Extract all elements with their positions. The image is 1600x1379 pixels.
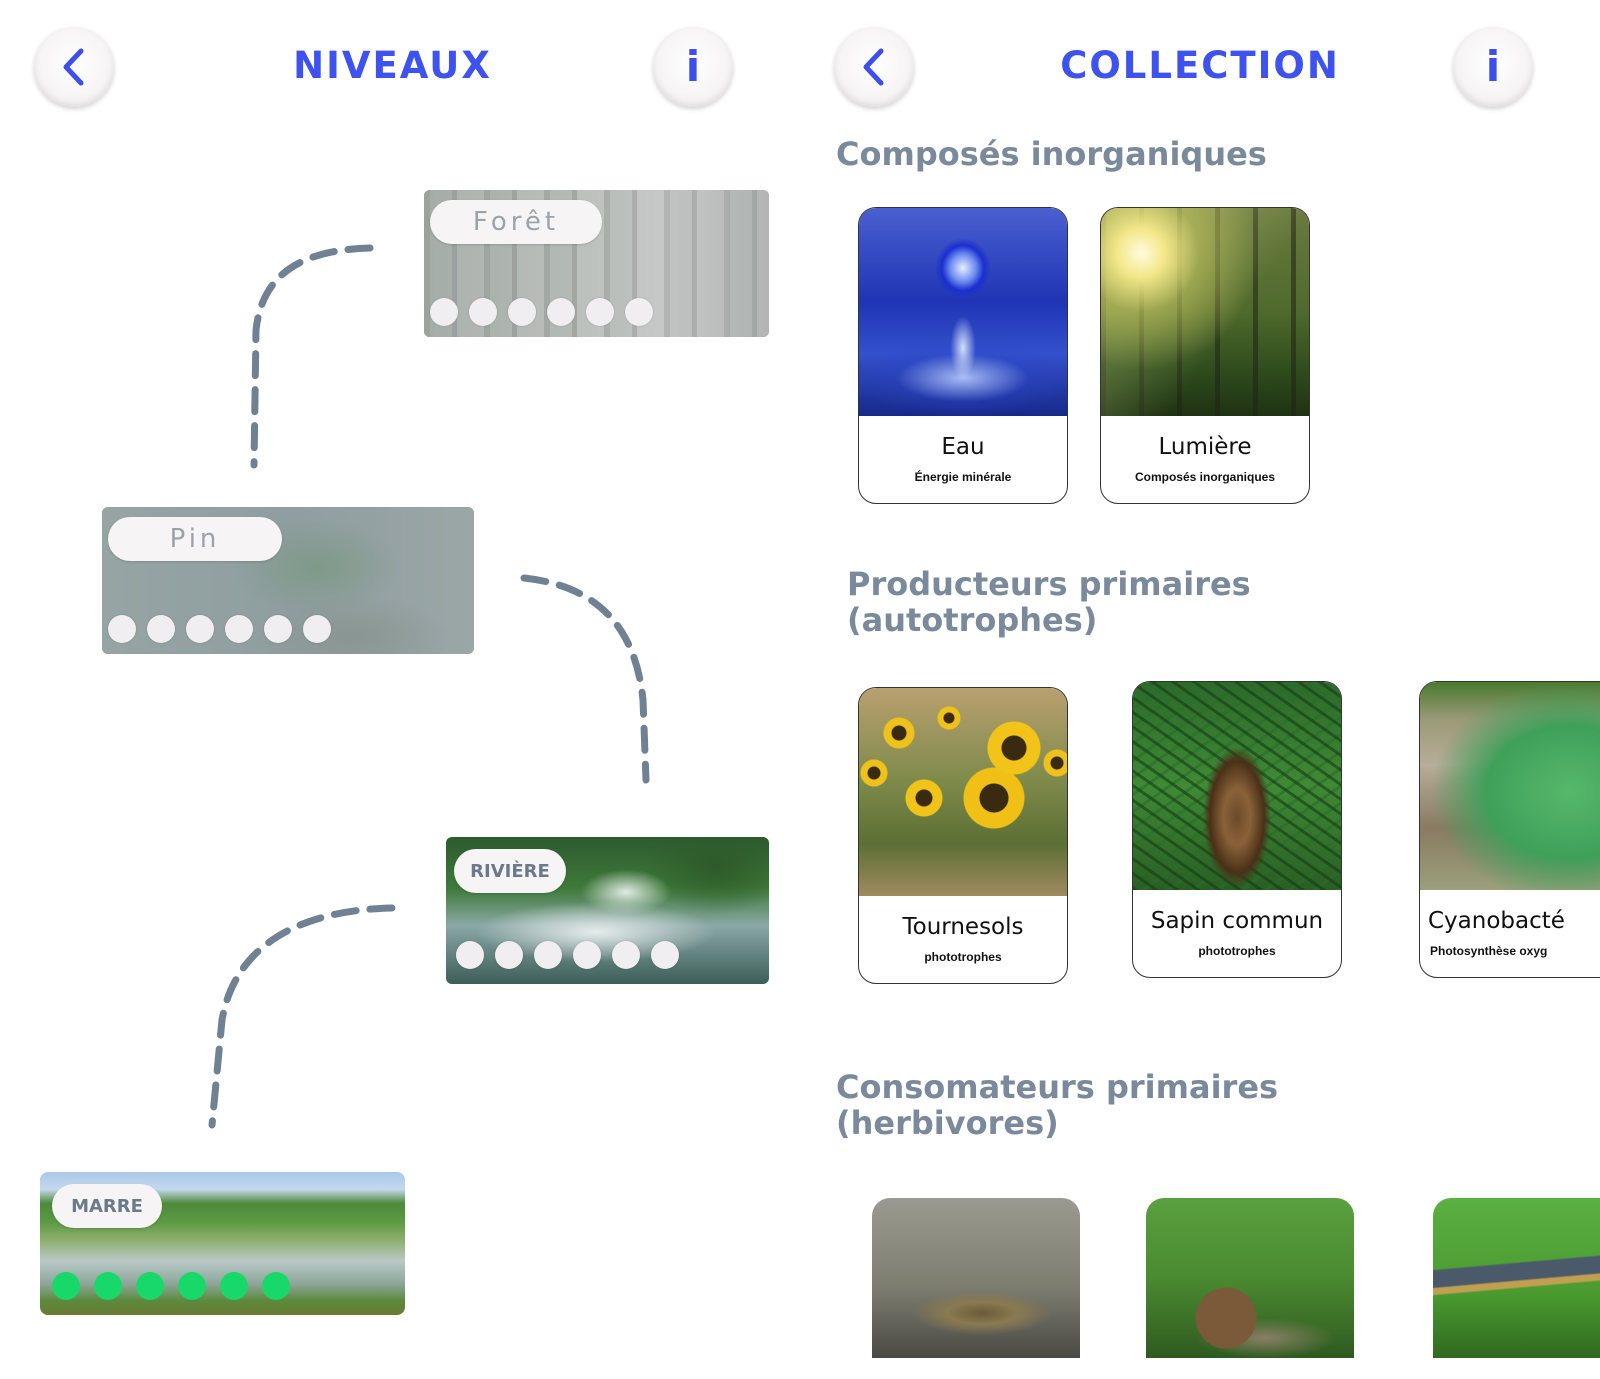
collection-screen: COLLECTION i Composés inorganiques Eau É… bbox=[800, 0, 1600, 1379]
progress-dot bbox=[534, 941, 562, 969]
card-name: Tournesols bbox=[902, 914, 1024, 940]
pine-cone-image bbox=[1133, 682, 1341, 890]
grasshopper-image bbox=[872, 1198, 1080, 1358]
progress-dots bbox=[108, 615, 331, 643]
collection-card-grasshopper[interactable] bbox=[872, 1198, 1080, 1358]
card-name: Eau bbox=[941, 434, 985, 460]
path-segment-1 bbox=[250, 244, 374, 469]
section-title-line: Producteurs primaires bbox=[847, 565, 1251, 603]
card-subtitle: Composés inorganiques bbox=[1134, 470, 1276, 484]
path-segment-2 bbox=[520, 574, 650, 784]
progress-dot bbox=[264, 615, 292, 643]
progress-dot bbox=[625, 298, 653, 326]
progress-dot bbox=[573, 941, 601, 969]
progress-dot bbox=[651, 941, 679, 969]
caterpillar-image bbox=[1433, 1198, 1600, 1358]
progress-dot-completed bbox=[136, 1272, 164, 1300]
path-segment-3 bbox=[208, 904, 396, 1129]
progress-dot bbox=[303, 615, 331, 643]
progress-dots bbox=[52, 1272, 290, 1300]
progress-dot bbox=[186, 615, 214, 643]
section-title-line: (autotrophes) bbox=[847, 601, 1098, 639]
progress-dot bbox=[108, 615, 136, 643]
progress-dot bbox=[508, 298, 536, 326]
collection-card-snail[interactable] bbox=[1146, 1198, 1354, 1358]
collection-card-cyanobacteries[interactable]: Cyanobacté Photosynthèse oxyg bbox=[1419, 681, 1600, 978]
progress-dot-completed bbox=[262, 1272, 290, 1300]
collection-card-lumiere[interactable]: Lumière Composés inorganiques bbox=[1100, 207, 1310, 504]
level-label: RIVIÈRE bbox=[454, 849, 566, 893]
level-card-pin[interactable]: Pin bbox=[102, 507, 474, 654]
level-label: MARRE bbox=[52, 1184, 162, 1228]
level-label: Pin bbox=[108, 517, 282, 561]
progress-dot-completed bbox=[94, 1272, 122, 1300]
section-title-line: (herbivores) bbox=[836, 1104, 1059, 1142]
progress-dot bbox=[469, 298, 497, 326]
progress-dot bbox=[612, 941, 640, 969]
progress-dot-completed bbox=[178, 1272, 206, 1300]
progress-dot-completed bbox=[220, 1272, 248, 1300]
collection-card-tournesols[interactable]: Tournesols phototrophes bbox=[858, 687, 1068, 984]
info-icon: i bbox=[1485, 42, 1501, 91]
info-button[interactable]: i bbox=[1453, 27, 1533, 107]
progress-dot bbox=[456, 941, 484, 969]
progress-dot bbox=[225, 615, 253, 643]
progress-dot bbox=[547, 298, 575, 326]
progress-dot bbox=[430, 298, 458, 326]
snail-image bbox=[1146, 1198, 1354, 1358]
card-subtitle: Énergie minérale bbox=[914, 470, 1012, 484]
section-title-inorganic: Composés inorganiques bbox=[836, 135, 1267, 173]
section-title-producers: Producteurs primaires (autotrophes) bbox=[847, 566, 1251, 638]
card-name: Cyanobacté bbox=[1428, 908, 1565, 934]
progress-dot bbox=[495, 941, 523, 969]
collection-card-caterpillar[interactable] bbox=[1433, 1198, 1600, 1358]
level-label: Forêt bbox=[430, 200, 602, 244]
progress-dot bbox=[586, 298, 614, 326]
levels-screen: NIVEAUX i Forêt Pin RIVIÈRE MARRE bbox=[0, 0, 785, 1379]
sunflowers-image bbox=[859, 688, 1067, 896]
card-subtitle: phototrophes bbox=[1198, 944, 1276, 958]
level-card-marre[interactable]: MARRE bbox=[40, 1172, 405, 1315]
section-title-line: Consomateurs primaires bbox=[836, 1068, 1279, 1106]
card-subtitle: phototrophes bbox=[924, 950, 1002, 964]
forest-light-image bbox=[1101, 208, 1309, 416]
cyanobacteria-image bbox=[1420, 682, 1600, 890]
progress-dots bbox=[456, 941, 679, 969]
level-card-foret[interactable]: Forêt bbox=[424, 190, 769, 337]
level-card-riviere[interactable]: RIVIÈRE bbox=[446, 837, 769, 984]
water-drop-image bbox=[859, 208, 1067, 416]
section-title-consumers: Consomateurs primaires (herbivores) bbox=[836, 1069, 1278, 1141]
progress-dot-completed bbox=[52, 1272, 80, 1300]
collection-card-sapin[interactable]: Sapin commun phototrophes bbox=[1132, 681, 1342, 978]
progress-dots bbox=[430, 298, 653, 326]
collection-card-eau[interactable]: Eau Énergie minérale bbox=[858, 207, 1068, 504]
card-name: Sapin commun bbox=[1150, 908, 1324, 934]
card-name: Lumière bbox=[1158, 434, 1252, 460]
card-subtitle: Photosynthèse oxyg bbox=[1430, 944, 1548, 958]
progress-dot bbox=[147, 615, 175, 643]
